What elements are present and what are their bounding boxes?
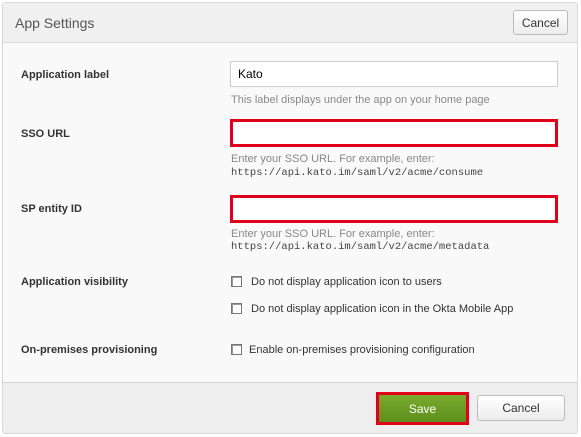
app-label-help: This label displays under the app on you… — [231, 94, 490, 106]
cancel-button[interactable]: Cancel — [477, 395, 565, 421]
save-highlight: Save — [376, 392, 469, 425]
sso-url-input[interactable] — [230, 119, 558, 147]
save-button[interactable]: Save — [379, 395, 466, 422]
app-label-input[interactable] — [230, 61, 558, 87]
visibility-label: Application visibility — [21, 276, 128, 288]
sso-url-example: https://api.kato.im/saml/v2/acme/consume — [231, 167, 484, 179]
provisioning-option-label: Enable on-premises provisioning configur… — [249, 344, 475, 356]
sp-entity-help: Enter your SSO URL. For example, enter: — [231, 228, 435, 240]
hide-icon-mobile-checkbox[interactable] — [231, 303, 242, 314]
app-settings-dialog: App Settings Cancel Application label Th… — [2, 2, 578, 434]
hide-icon-users-checkbox[interactable] — [231, 276, 242, 287]
hide-icon-users-label: Do not display application icon to users — [251, 276, 442, 288]
sso-url-help: Enter your SSO URL. For example, enter: — [231, 153, 435, 165]
sp-entity-input[interactable] — [230, 195, 558, 223]
sp-entity-example: https://api.kato.im/saml/v2/acme/metadat… — [231, 241, 490, 253]
sp-entity-label: SP entity ID — [21, 203, 82, 215]
hide-icon-mobile-label: Do not display application icon in the O… — [251, 303, 514, 315]
header-cancel-button[interactable]: Cancel — [513, 10, 568, 35]
provisioning-label: On-premises provisioning — [21, 344, 158, 356]
sso-url-label: SSO URL — [21, 128, 70, 140]
app-label-label: Application label — [21, 69, 110, 81]
dialog-header: App Settings Cancel — [3, 3, 577, 43]
provisioning-checkbox[interactable] — [231, 344, 242, 355]
dialog-title: App Settings — [15, 15, 95, 31]
